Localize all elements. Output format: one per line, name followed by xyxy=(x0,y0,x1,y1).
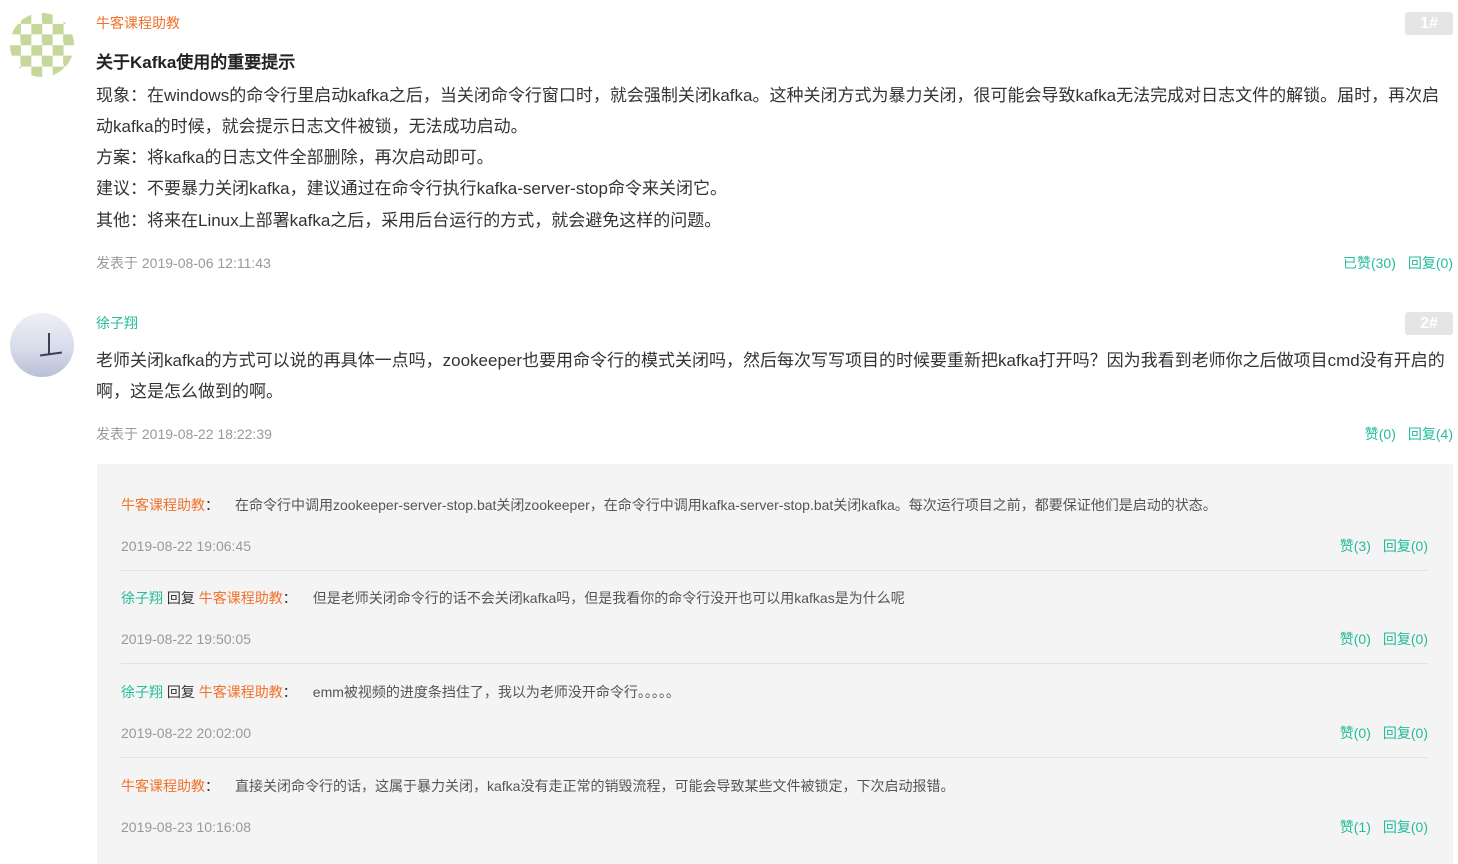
post-body: 老师关闭kafka的方式可以说的再具体一点吗，zookeeper也要用命令行的模… xyxy=(96,351,1445,401)
reply-separator: ： xyxy=(205,778,219,794)
avatar[interactable] xyxy=(10,313,74,377)
reply-line: 徐子翔 回复 牛客课程助教： 但是老师关闭命令行的话不会关闭kafka吗，但是我看… xyxy=(121,589,905,607)
reply-actions: 赞(0) 回复(0) xyxy=(1328,724,1428,742)
divider xyxy=(121,570,1428,571)
reply-text: emm被视频的进度条挡住了，我以为老师没开命令行。。。。。 xyxy=(312,684,680,700)
reply-button[interactable]: 回复(0) xyxy=(1383,538,1428,554)
reply-button[interactable]: 回复(0) xyxy=(1408,255,1453,271)
reply-word: 回复 xyxy=(163,684,199,700)
floor-badge: 2# xyxy=(1405,312,1453,335)
reply-timestamp: 2019-08-23 10:16:08 xyxy=(121,819,251,835)
reply-text: 在命令行中调用zookeeper-server-stop.bat关闭zookee… xyxy=(235,497,1217,513)
avatar-figure xyxy=(39,351,63,357)
reply-actions: 赞(1) 回复(0) xyxy=(1328,818,1428,836)
reply-user[interactable]: 徐子翔 xyxy=(121,590,163,606)
like-button[interactable]: 赞(0) xyxy=(1365,426,1396,442)
post-author[interactable]: 徐子翔 xyxy=(96,314,138,332)
reply-timestamp: 2019-08-22 19:50:05 xyxy=(121,631,251,647)
reply-user[interactable]: 徐子翔 xyxy=(121,684,163,700)
reply-timestamp: 2019-08-22 20:02:00 xyxy=(121,725,251,741)
avatar-figure xyxy=(48,333,50,355)
post-author[interactable]: 牛客课程助教 xyxy=(96,14,180,32)
post-paragraph: 现象：在windows的命令行里启动kafka之后，当关闭命令行窗口时，就会强制… xyxy=(96,86,1440,136)
divider xyxy=(121,757,1428,758)
reply-user[interactable]: 牛客课程助教 xyxy=(121,778,205,794)
post-timestamp: 发表于 2019-08-06 12:11:43 xyxy=(96,255,271,271)
post-paragraph: 其他：将来在Linux上部署kafka之后，采用后台运行的方式，就会避免这样的问… xyxy=(96,211,722,230)
reply-line: 牛客课程助教： 在命令行中调用zookeeper-server-stop.bat关… xyxy=(121,496,1217,514)
post-actions: 赞(0) 回复(4) xyxy=(1353,425,1453,443)
post-actions: 已赞(30) 回复(0) xyxy=(1331,254,1453,272)
reply-separator: ： xyxy=(282,590,297,606)
reply-button[interactable]: 回复(0) xyxy=(1383,819,1428,835)
reply-separator: ： xyxy=(282,684,297,700)
reply-text: 但是老师关闭命令行的话不会关闭kafka吗，但是我看你的命令行没开也可以用kaf… xyxy=(312,590,905,606)
reply-line: 牛客课程助教： 直接关闭命令行的话，这属于暴力关闭，kafka没有走正常的销毁流程… xyxy=(121,777,954,795)
like-button[interactable]: 赞(0) xyxy=(1340,631,1371,647)
reply-target-user[interactable]: 牛客课程助教 xyxy=(199,590,283,606)
post-paragraph: 方案：将kafka的日志文件全部删除，再次启动即可。 xyxy=(96,148,494,167)
reply-actions: 赞(0) 回复(0) xyxy=(1328,630,1428,648)
divider xyxy=(121,663,1428,664)
reply-button[interactable]: 回复(0) xyxy=(1383,631,1428,647)
reply-target-user[interactable]: 牛客课程助教 xyxy=(199,684,283,700)
reply-button[interactable]: 回复(0) xyxy=(1383,725,1428,741)
reply-line: 徐子翔 回复 牛客课程助教： emm被视频的进度条挡住了，我以为老师没开命令行。。… xyxy=(121,683,680,701)
reply-timestamp: 2019-08-22 19:06:45 xyxy=(121,538,251,554)
post-timestamp: 发表于 2019-08-22 18:22:39 xyxy=(96,426,272,442)
avatar[interactable] xyxy=(10,13,74,77)
floor-badge: 1# xyxy=(1405,12,1453,35)
like-button[interactable]: 赞(1) xyxy=(1340,819,1371,835)
reply-user[interactable]: 牛客课程助教 xyxy=(121,497,205,513)
reply-separator: ： xyxy=(205,497,219,513)
reply-text: 直接关闭命令行的话，这属于暴力关闭，kafka没有走正常的销毁流程，可能会导致某… xyxy=(235,778,955,794)
reply-actions: 赞(3) 回复(0) xyxy=(1328,537,1428,555)
like-button[interactable]: 赞(3) xyxy=(1340,538,1371,554)
like-button[interactable]: 已赞(30) xyxy=(1343,255,1396,271)
like-button[interactable]: 赞(0) xyxy=(1340,725,1371,741)
post-title: 关于Kafka使用的重要提示 xyxy=(96,53,296,72)
replies-panel: 牛客课程助教： 在命令行中调用zookeeper-server-stop.bat关… xyxy=(97,464,1453,864)
post-paragraph: 建议：不要暴力关闭kafka，建议通过在命令行执行kafka-server-st… xyxy=(96,179,727,198)
reply-button[interactable]: 回复(4) xyxy=(1408,426,1453,442)
reply-word: 回复 xyxy=(163,590,199,606)
